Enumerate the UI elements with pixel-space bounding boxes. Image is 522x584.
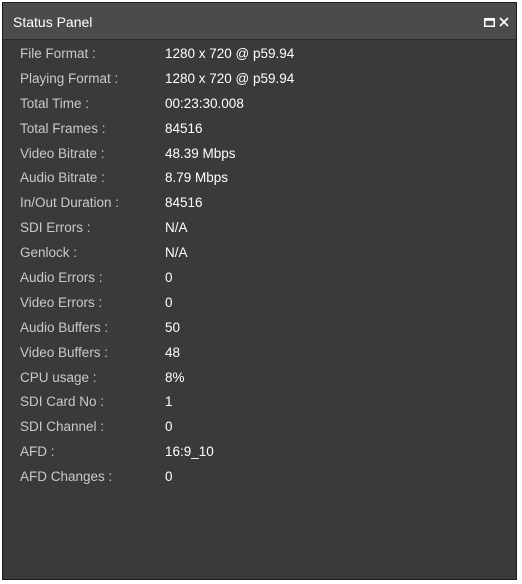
row-value: 1280 x 720 @ p59.94 bbox=[165, 70, 295, 86]
row-value: 84516 bbox=[165, 120, 203, 136]
row-label: Total Time : bbox=[20, 95, 90, 111]
row-value: 0 bbox=[165, 469, 173, 485]
status-row-playing-format: Playing Format : 1280 x 720 @ p59.94 bbox=[3, 66, 516, 91]
status-row-afd-changes: AFD Changes : 0 bbox=[3, 464, 516, 489]
status-row-total-frames: Total Frames : 84516 bbox=[3, 116, 516, 141]
status-panel: Status Panel File Format : 1280 x 720 @ … bbox=[2, 2, 517, 580]
row-value: N/A bbox=[165, 245, 188, 261]
close-button[interactable] bbox=[498, 15, 510, 29]
row-label: AFD Changes : bbox=[20, 469, 113, 485]
status-row-video-errors: Video Errors : 0 bbox=[3, 290, 516, 315]
title-buttons bbox=[483, 14, 510, 30]
status-row-video-buffers: Video Buffers : 48 bbox=[3, 340, 516, 365]
row-value: 00:23:30.008 bbox=[165, 95, 244, 111]
status-row-sdi-channel: SDI Channel : 0 bbox=[3, 414, 516, 439]
status-row-cpu-usage: CPU usage : 8% bbox=[3, 365, 516, 390]
row-value: 48 bbox=[165, 344, 181, 360]
status-row-sdi-errors: SDI Errors : N/A bbox=[3, 215, 516, 240]
row-value: 1 bbox=[165, 394, 173, 410]
row-label: Total Frames : bbox=[20, 120, 106, 136]
row-value: 84516 bbox=[165, 195, 203, 211]
status-rows: File Format : 1280 x 720 @ p59.94 Playin… bbox=[3, 41, 516, 489]
row-label: File Format : bbox=[20, 46, 96, 61]
row-value: 50 bbox=[165, 319, 181, 335]
row-value: 16:9_10 bbox=[165, 444, 214, 460]
status-row-audio-errors: Audio Errors : 0 bbox=[3, 265, 516, 290]
status-row-sdi-card-no: SDI Card No : 1 bbox=[3, 389, 516, 414]
status-row-total-time: Total Time : 00:23:30.008 bbox=[3, 91, 516, 116]
row-value: 0 bbox=[165, 270, 173, 286]
row-label: Audio Errors : bbox=[20, 270, 103, 286]
status-row-audio-bitrate: Audio Bitrate : 8.79 Mbps bbox=[3, 165, 516, 190]
row-label: SDI Channel : bbox=[20, 419, 105, 435]
row-label: AFD : bbox=[20, 444, 55, 460]
status-row-file-format: File Format : 1280 x 720 @ p59.94 bbox=[3, 41, 516, 66]
row-label: Video Errors : bbox=[20, 294, 103, 310]
row-label: SDI Card No : bbox=[20, 394, 105, 410]
row-value: 1280 x 720 @ p59.94 bbox=[165, 46, 295, 61]
restore-icon bbox=[483, 17, 495, 27]
row-value: 0 bbox=[165, 419, 173, 435]
row-label: Video Bitrate : bbox=[20, 145, 105, 161]
status-row-audio-buffers: Audio Buffers : 50 bbox=[3, 315, 516, 340]
row-value: 0 bbox=[165, 294, 173, 310]
row-label: In/Out Duration : bbox=[20, 195, 120, 211]
row-value: 8.79 Mbps bbox=[165, 170, 229, 186]
row-label: SDI Errors : bbox=[20, 220, 91, 236]
row-label: Video Buffers : bbox=[20, 344, 109, 360]
status-row-afd: AFD : 16:9_10 bbox=[3, 439, 516, 464]
row-label: Audio Buffers : bbox=[20, 319, 109, 335]
panel-title: Status Panel bbox=[13, 14, 93, 30]
row-value: 48.39 Mbps bbox=[165, 145, 236, 161]
status-row-genlock: Genlock : N/A bbox=[3, 240, 516, 265]
panel-titlebar[interactable]: Status Panel bbox=[3, 3, 516, 40]
row-label: Playing Format : bbox=[20, 70, 119, 86]
row-label: Genlock : bbox=[20, 245, 78, 261]
row-value: N/A bbox=[165, 220, 188, 236]
row-value: 8% bbox=[165, 369, 185, 385]
close-icon bbox=[499, 17, 509, 27]
row-label: CPU usage : bbox=[20, 369, 97, 385]
row-label: Audio Bitrate : bbox=[20, 170, 105, 186]
status-row-video-bitrate: Video Bitrate : 48.39 Mbps bbox=[3, 141, 516, 166]
restore-button[interactable] bbox=[483, 15, 495, 29]
status-row-inout-duration: In/Out Duration : 84516 bbox=[3, 190, 516, 215]
